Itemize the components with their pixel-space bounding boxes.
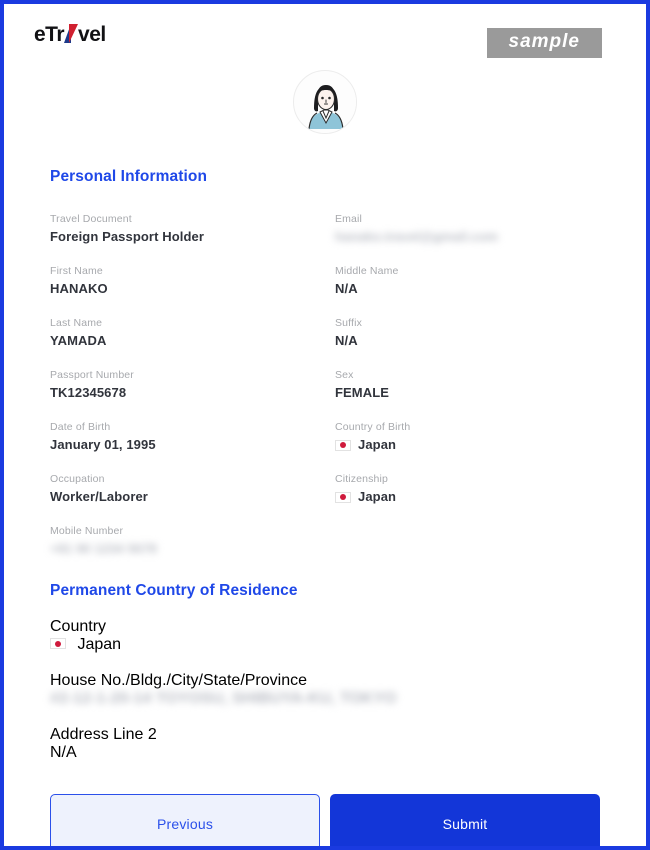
field-last-name: Last Name YAMADA [50,316,335,350]
field-value: Japan [358,489,397,504]
field-suffix: Suffix N/A [335,316,600,350]
field-passport-number: Passport Number TK12345678 [50,368,335,402]
field-label: Last Name [50,317,103,329]
logo-text-post: vel [78,23,106,46]
field-address-line-2: Address Line 2 N/A [50,726,600,762]
field-travel-document: Travel Document Foreign Passport Holder [50,212,335,246]
previous-button[interactable]: Previous [50,794,320,846]
japan-flag-icon [335,439,351,451]
field-label: Date of Birth [50,421,111,433]
field-label: House No./Bldg./City/State/Province [50,672,308,689]
field-email: Email hanako.travel@gmail.com [335,212,600,246]
field-value: TK12345678 [50,385,127,400]
avatar-row [4,70,646,134]
field-country-of-birth: Country of Birth Japan [335,420,600,454]
field-value: YAMADA [50,333,107,348]
field-occupation: Occupation Worker/Laborer [50,472,335,506]
personal-information-grid: Travel Document Foreign Passport Holder … [50,194,600,558]
field-first-name: First Name HANAKO [50,264,335,298]
form-actions: Previous Submit [4,794,646,846]
personal-information-heading: Personal Information [50,168,208,185]
submit-button[interactable]: Submit [330,794,600,846]
user-avatar-illustration-icon [294,71,356,133]
field-value-wrap: Japan [335,488,600,506]
field-value-redacted: hanako.travel@gmail.com [335,229,499,244]
field-label: Country [50,618,107,635]
form-container: eTr vel sample Personal Information Trav… [4,4,646,846]
avatar [293,70,357,134]
field-value: Japan [358,437,397,452]
field-value: N/A [335,333,358,348]
field-value-wrap: Japan [50,636,600,654]
field-label: Suffix [335,317,362,329]
field-middle-name: Middle Name N/A [335,264,600,298]
field-label: Sex [335,369,354,381]
field-value: N/A [335,281,358,296]
field-value-wrap: Japan [335,436,600,454]
field-house-address: House No./Bldg./City/State/Province #2-1… [50,672,600,708]
field-citizenship: Citizenship Japan [335,472,600,506]
field-date-of-birth: Date of Birth January 01, 1995 [50,420,335,454]
field-label: Email [335,213,363,225]
field-label: Mobile Number [50,525,124,537]
field-value: N/A [50,744,77,761]
field-value: FEMALE [335,385,390,400]
application-form-page: eTr vel sample Personal Information Trav… [0,0,650,850]
field-label: Travel Document [50,213,132,225]
permanent-residence-heading: Permanent Country of Residence [50,582,298,599]
field-sex: Sex FEMALE [335,368,600,402]
field-label: Occupation [50,473,105,485]
field-label: Passport Number [50,369,134,381]
field-residence-country: Country Japan [50,618,600,654]
airplane-icon [64,24,79,43]
japan-flag-icon [50,638,66,649]
sample-watermark-badge: sample [486,28,602,58]
field-value: January 01, 1995 [50,437,156,452]
field-value-redacted: +81 90 1234 5678 [50,541,157,556]
field-label: Citizenship [335,473,389,485]
logo-text-pre: eTr [34,23,65,46]
field-value: Japan [77,636,122,653]
field-value-redacted: #2-12-1-20-14 TOYOSU, SHIBUYA-KU, TOKYO [50,690,397,707]
field-value: Foreign Passport Holder [50,229,204,244]
etravel-logo[interactable]: eTr vel [34,22,106,45]
field-label: Address Line 2 [50,726,157,743]
form-content: Personal Information Travel Document For… [4,168,646,762]
field-value: Worker/Laborer [50,489,148,504]
field-mobile-number: Mobile Number +81 90 1234 5678 [50,524,335,558]
field-label: First Name [50,265,103,277]
field-label: Middle Name [335,265,399,277]
page-header: eTr vel sample [4,4,646,62]
field-label: Country of Birth [335,421,411,433]
field-value: HANAKO [50,281,108,296]
japan-flag-icon [335,491,351,503]
grid-spacer [335,506,600,558]
